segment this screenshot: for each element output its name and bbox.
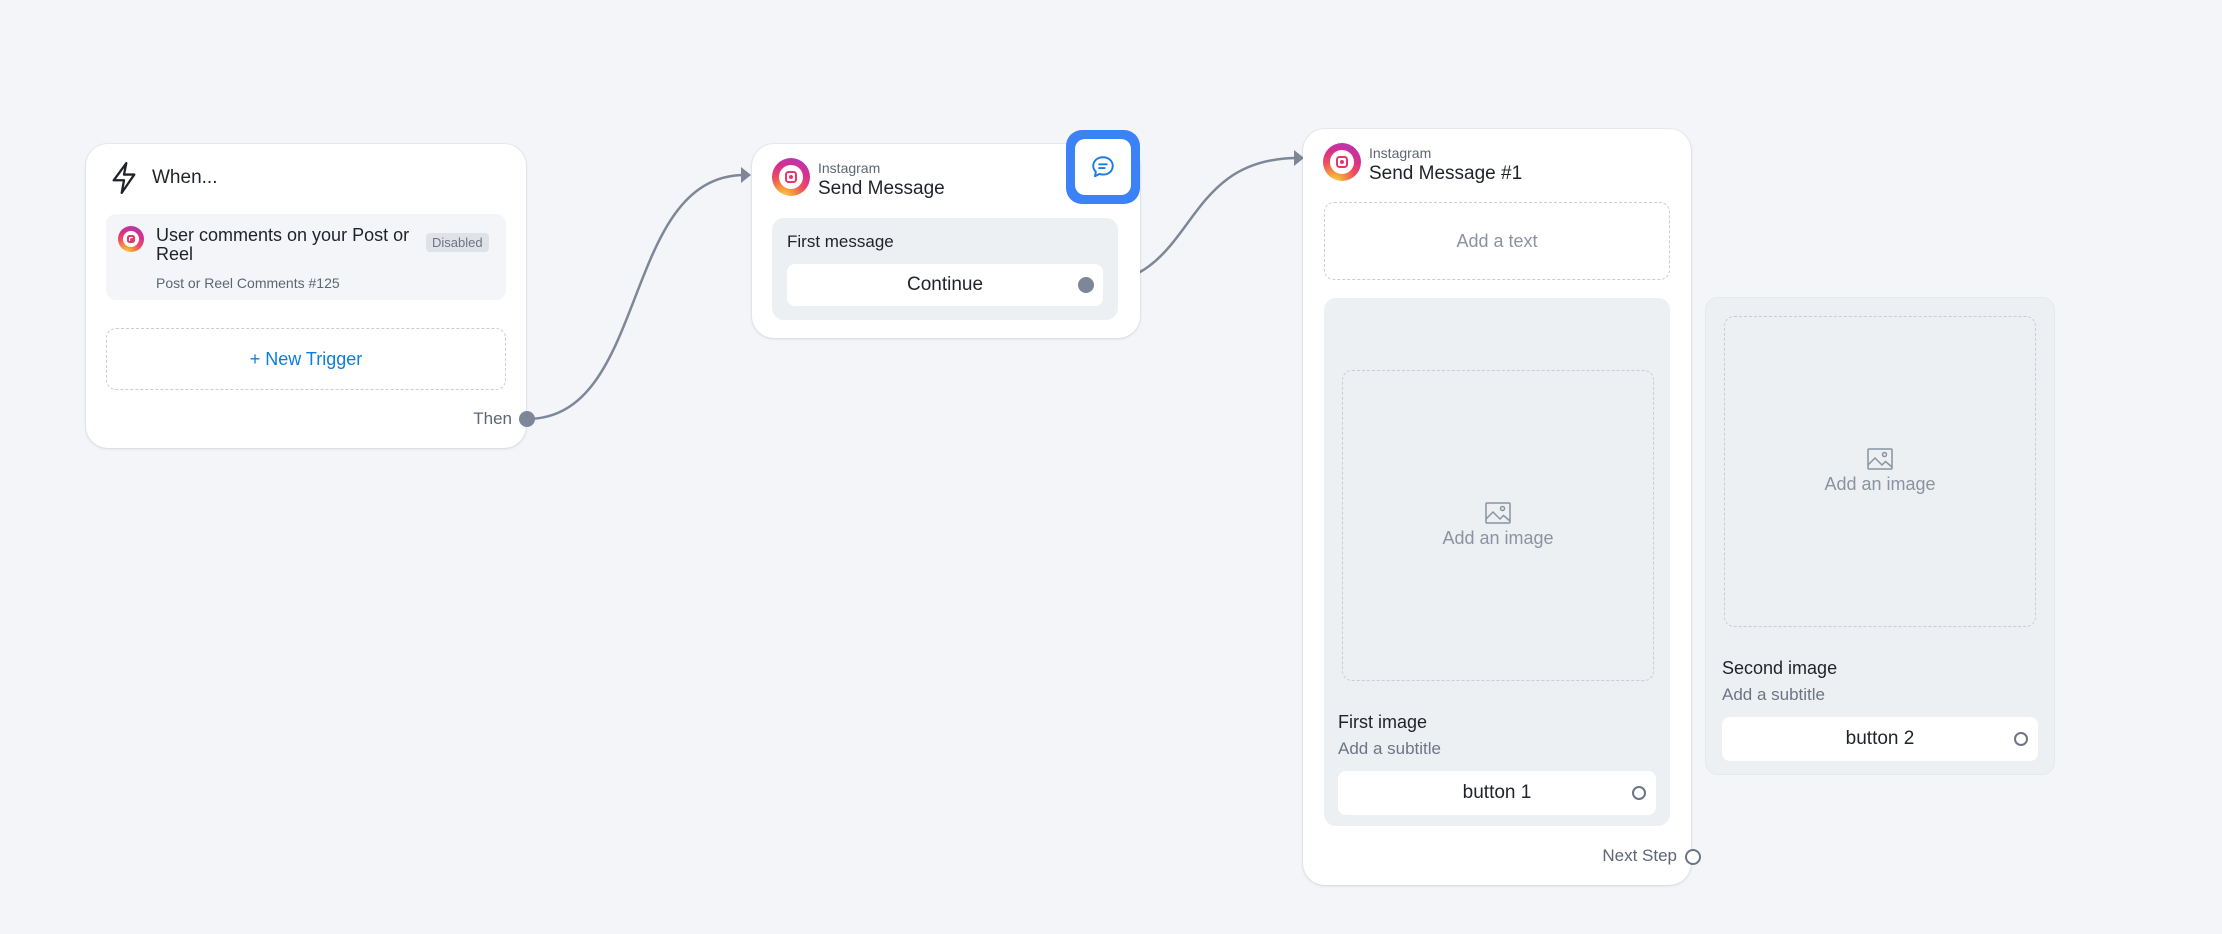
button-2-connector-handle[interactable] [2014, 732, 2028, 746]
add-text-field[interactable]: Add a text [1324, 202, 1670, 280]
message-panel[interactable]: First message Continue [772, 218, 1118, 320]
new-trigger-label: + New Trigger [249, 348, 363, 369]
message-label: First message [787, 232, 894, 251]
image-upload-area[interactable]: Add an image [1342, 370, 1654, 681]
node-title: Send Message #1 [1369, 163, 1523, 184]
chat-bubble-icon [1092, 156, 1114, 178]
trigger-item[interactable]: User comments on your Post or Reel Disab… [106, 214, 506, 300]
add-text-placeholder: Add a text [1456, 230, 1538, 251]
send-message-1-node[interactable]: Instagram Send Message #1 Add a text Add… [1303, 129, 1691, 885]
carousel-card-2[interactable]: Add an image Second image Add a subtitle… [1706, 298, 2054, 774]
button-1-connector-handle[interactable] [1632, 786, 1646, 800]
add-image-placeholder: Add an image [1824, 474, 1936, 494]
continue-button-label: Continue [906, 274, 984, 295]
image-icon [1867, 448, 1893, 470]
next-step-connector-handle[interactable] [1685, 849, 1701, 865]
instagram-icon [1323, 143, 1361, 181]
trigger-node[interactable]: When... User comments on your Post or Re… [86, 144, 526, 448]
card-subtitle: Add a subtitle [1722, 685, 1826, 704]
trigger-item-subtitle: Post or Reel Comments #125 [156, 275, 340, 291]
button-1-label: button 1 [1462, 782, 1532, 803]
button-2-label: button 2 [1845, 728, 1915, 749]
trigger-item-title: User comments on your Post or Reel [156, 225, 410, 264]
add-image-placeholder: Add an image [1442, 528, 1554, 548]
connector-trigger-to-send-message [526, 173, 746, 421]
button-2[interactable]: button 2 [1722, 717, 2038, 761]
platform-label: Instagram [1369, 145, 1432, 161]
continue-button[interactable]: Continue [787, 264, 1103, 306]
button-1[interactable]: button 1 [1338, 771, 1656, 815]
platform-label: Instagram [818, 160, 881, 176]
trigger-node-header: When... [152, 167, 218, 188]
connector-arrowhead [741, 167, 751, 183]
then-connector-handle[interactable] [519, 411, 535, 427]
next-step-label: Next Step [1602, 846, 1677, 865]
carousel-card-1[interactable]: Add an image First image Add a subtitle … [1324, 298, 1670, 826]
status-badge: Disabled [426, 233, 489, 252]
card-title: Second image [1722, 658, 1838, 678]
selected-action-button[interactable] [1066, 130, 1140, 204]
instagram-icon [118, 226, 144, 252]
new-trigger-button[interactable]: + New Trigger [106, 328, 506, 390]
continue-connector-handle[interactable] [1078, 277, 1094, 293]
node-title: Send Message [818, 178, 945, 199]
image-icon [1485, 502, 1511, 524]
image-upload-area[interactable]: Add an image [1724, 316, 2036, 627]
card-title: First image [1338, 712, 1428, 732]
then-label: Then [473, 409, 512, 428]
lightning-icon [112, 162, 136, 194]
instagram-icon [772, 158, 810, 196]
card-subtitle: Add a subtitle [1338, 739, 1442, 758]
